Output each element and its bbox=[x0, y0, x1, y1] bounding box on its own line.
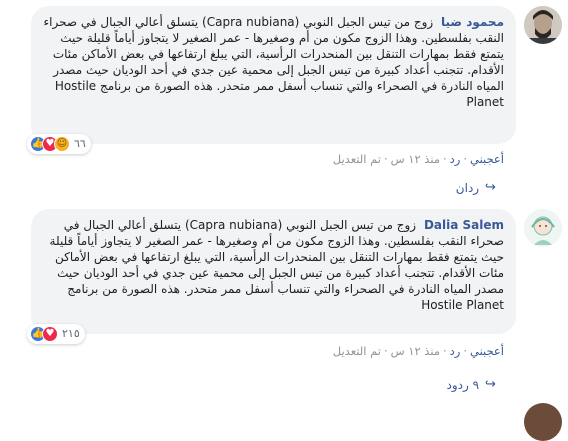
view-replies-link[interactable]: ↩ ردان bbox=[456, 180, 496, 195]
reply-arrow-icon: ↩ bbox=[485, 377, 496, 392]
comment-actions: أعجبني·رد·منذ ١٢ س·تم التعديل bbox=[332, 152, 504, 166]
view-replies-link[interactable]: ↩ ٩ ردود bbox=[447, 377, 496, 392]
reply-link[interactable]: رد bbox=[450, 152, 461, 166]
reaction-summary[interactable]: 👍 ♥ ٢١٥ bbox=[27, 324, 85, 344]
reaction-summary[interactable]: 👍 ♥ ☺ ٦٦ bbox=[27, 134, 91, 154]
avatar-image bbox=[524, 6, 562, 44]
comment-thread: محمود ضيا زوج من تيس الجبل النوبي (Capra… bbox=[0, 0, 568, 441]
timestamp[interactable]: منذ ١٢ س bbox=[391, 344, 440, 358]
comment-bubble: محمود ضيا زوج من تيس الجبل النوبي (Capra… bbox=[27, 6, 516, 154]
comment-text: زوج من تيس الجبل النوبي (Capra nubiana) … bbox=[43, 15, 504, 109]
like-link[interactable]: أعجبني bbox=[470, 344, 504, 358]
timestamp[interactable]: منذ ١٢ س bbox=[391, 152, 440, 166]
like-link[interactable]: أعجبني bbox=[470, 152, 504, 166]
avatar[interactable] bbox=[524, 209, 562, 247]
avatar[interactable] bbox=[524, 403, 562, 441]
edited-label[interactable]: تم التعديل bbox=[333, 344, 381, 358]
reaction-count: ٦٦ bbox=[74, 137, 86, 150]
reply-arrow-icon: ↩ bbox=[485, 180, 496, 195]
reaction-count: ٢١٥ bbox=[62, 327, 80, 340]
avatar-image bbox=[524, 209, 562, 247]
comment-text: زوج من تيس الجبل النوبي (Capra nubiana) … bbox=[49, 218, 504, 312]
avatar[interactable] bbox=[524, 6, 562, 44]
replies-count[interactable]: ٩ ردود bbox=[447, 378, 480, 392]
love-icon: ♥ bbox=[42, 326, 58, 342]
edited-label[interactable]: تم التعديل bbox=[333, 152, 381, 166]
comment-bubble: Dalia Salem زوج من تيس الجبل النوبي (Cap… bbox=[27, 209, 516, 344]
comment-author[interactable]: محمود ضيا bbox=[441, 15, 504, 29]
reply-link[interactable]: رد bbox=[450, 344, 461, 358]
comment-author[interactable]: Dalia Salem bbox=[424, 218, 504, 232]
comment-actions: أعجبني·رد·منذ ١٢ س·تم التعديل bbox=[332, 344, 504, 358]
haha-icon: ☺ bbox=[54, 136, 70, 152]
replies-count[interactable]: ردان bbox=[456, 181, 479, 195]
